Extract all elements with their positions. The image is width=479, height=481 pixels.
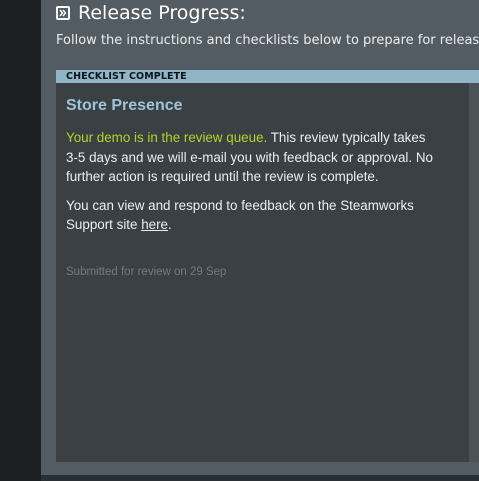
adjacent-card-banner-edge xyxy=(469,70,479,83)
left-background-strip xyxy=(0,0,41,481)
panel-bottom-edge xyxy=(41,475,479,481)
adjacent-card-edge xyxy=(469,70,479,462)
double-chevron-right-icon xyxy=(56,6,70,20)
page-subtitle: Follow the instructions and checklists b… xyxy=(56,33,479,48)
support-site-link[interactable]: here xyxy=(141,217,168,232)
checklist-card: CHECKLIST COMPLETE Store Presence Your d… xyxy=(56,70,469,462)
page-title: Release Progress: xyxy=(78,2,246,24)
submitted-date: Submitted for review on 29 Sep xyxy=(66,266,227,278)
feedback-text: You can view and respond to feedback on … xyxy=(66,197,414,233)
checklist-status-banner: CHECKLIST COMPLETE xyxy=(56,70,469,83)
feedback-end: . xyxy=(168,217,172,232)
card-body: Your demo is in the review queue. This r… xyxy=(66,128,441,244)
panel-header: Release Progress: xyxy=(56,2,246,24)
release-progress-panel: Release Progress: Follow the instruction… xyxy=(41,0,479,475)
review-status-paragraph: Your demo is in the review queue. This r… xyxy=(66,128,441,187)
review-status-highlight: Your demo is in the review queue. xyxy=(66,130,268,145)
feedback-paragraph: You can view and respond to feedback on … xyxy=(66,196,441,235)
card-title: Store Presence xyxy=(66,97,183,114)
